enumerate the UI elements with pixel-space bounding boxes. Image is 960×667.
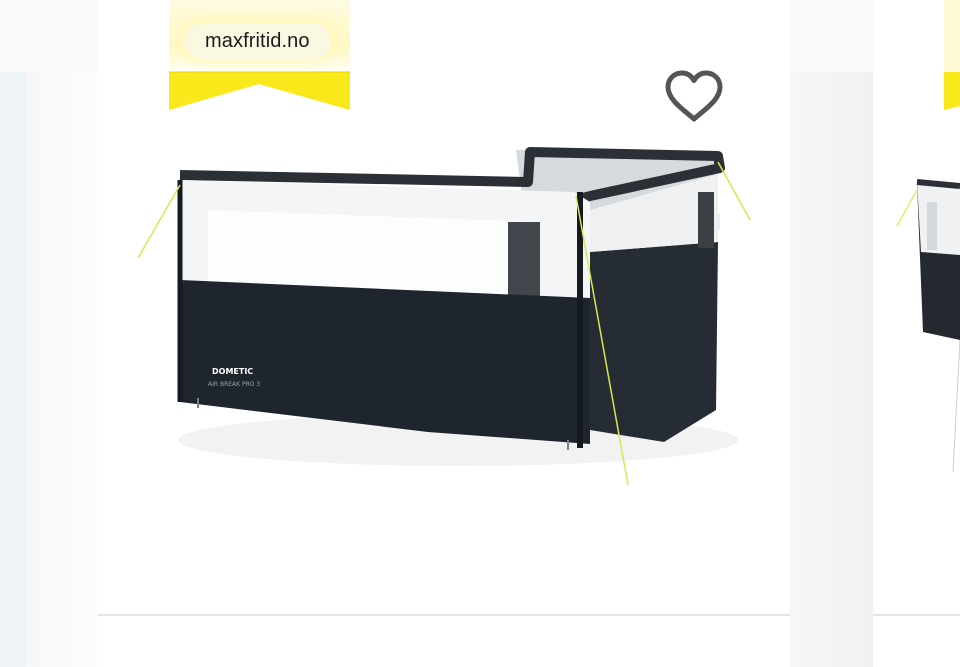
product-card[interactable]: maxfritid.no DOMETIC AIR BREAK PRO 3	[98, 0, 790, 667]
product-model-text: AIR BREAK PRO 3	[208, 381, 260, 388]
next-card-divider	[873, 614, 960, 616]
background-edge	[0, 72, 26, 667]
store-badge: maxfritid.no	[184, 23, 331, 59]
next-product-image[interactable]	[873, 160, 960, 500]
product-brand-text: DOMETIC	[212, 367, 253, 376]
heart-outline-icon	[665, 70, 723, 122]
next-card-ribbon	[944, 0, 960, 110]
next-product-card[interactable]	[873, 0, 960, 667]
card-gap	[790, 72, 873, 667]
favorite-button[interactable]	[664, 70, 724, 124]
product-image[interactable]: DOMETIC AIR BREAK PRO 3	[128, 130, 768, 500]
card-details-area[interactable]	[98, 616, 790, 667]
store-name: maxfritid.no	[205, 29, 310, 52]
previous-card-edge[interactable]	[26, 72, 98, 667]
